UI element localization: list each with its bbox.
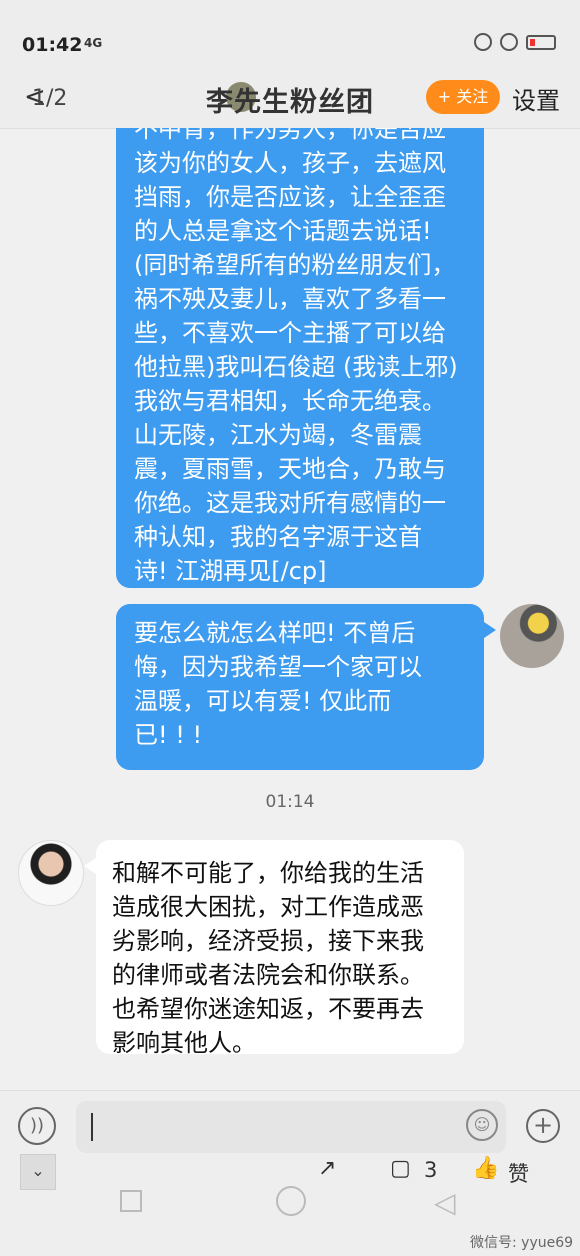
chat-header: < 1/2 李先生粉丝团 + 关注 设置 — [0, 72, 580, 129]
like-icon[interactable]: 👍 — [472, 1156, 499, 1181]
home-icon[interactable] — [276, 1186, 306, 1216]
network-indicator: 4G — [84, 36, 103, 50]
share-icon[interactable]: ↗ — [318, 1156, 336, 1181]
recent-apps-icon[interactable] — [120, 1190, 142, 1212]
page-indicator: 1/2 — [32, 86, 68, 111]
system-icons — [474, 33, 556, 51]
like-label: 赞 — [508, 1162, 529, 1186]
chat-area[interactable]: 不中肯，作为男人，你是否应 该为你的女人，孩子，去遮风 挡雨，你是否应该，让全歪… — [0, 128, 580, 1090]
avatar[interactable] — [500, 604, 564, 668]
alarm-icon — [500, 33, 518, 51]
comment-icon[interactable]: ▢ — [390, 1156, 411, 1181]
settings-button[interactable]: 设置 — [512, 81, 560, 116]
comment-count: 3 — [424, 1158, 438, 1182]
message-bubble: 要怎么就怎么样吧! 不曾后 悔，因为我希望一个家可以 温暖，可以有爱! 仅此而 … — [116, 604, 496, 770]
text-caret — [91, 1113, 93, 1141]
plus-icon[interactable]: + — [526, 1109, 560, 1143]
back-nav-icon[interactable]: ◁ — [434, 1186, 456, 1219]
status-bar: 01:42 4G — [0, 0, 580, 72]
message-timestamp: 01:14 — [265, 792, 315, 812]
follow-button[interactable]: + 关注 — [426, 80, 500, 114]
avatar[interactable] — [18, 840, 84, 906]
battery-icon — [526, 34, 556, 50]
message-input[interactable] — [76, 1101, 506, 1153]
lock-icon — [474, 33, 492, 51]
page-title: 李先生粉丝团 — [206, 87, 374, 118]
message-bubble: 和解不可能了，你给我的生活 造成很大困扰，对工作造成恶 劣影响，经济受损，接下来… — [84, 840, 464, 1057]
status-time: 01:42 — [22, 34, 83, 56]
emoji-icon[interactable]: ☺ — [466, 1109, 498, 1141]
message-bubble: 不中肯，作为男人，你是否应 该为你的女人，孩子，去遮风 挡雨，你是否应该，让全歪… — [116, 128, 484, 588]
voice-icon[interactable]: )) — [18, 1107, 56, 1145]
watermark: 微信号: yyue69 — [470, 1235, 574, 1251]
collapse-button[interactable]: ⌄ — [20, 1154, 56, 1190]
